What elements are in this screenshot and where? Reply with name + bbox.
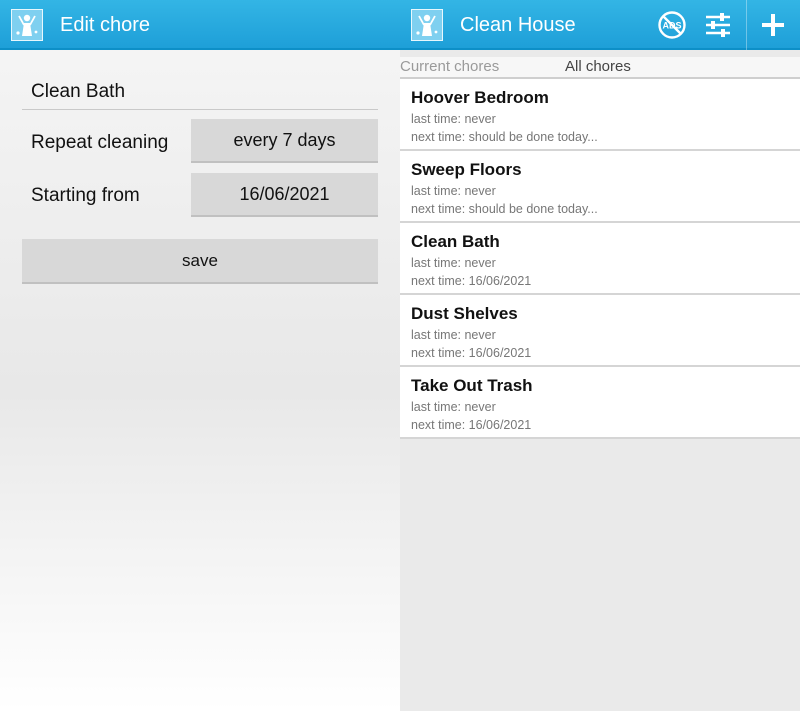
list-item[interactable]: Dust Shelves last time: never next time:… — [400, 295, 800, 367]
settings-button[interactable] — [700, 0, 736, 50]
chore-name: Dust Shelves — [411, 304, 518, 323]
app-logo-icon[interactable] — [411, 9, 443, 41]
start-date-label: Starting from — [31, 185, 140, 206]
action-bar: Edit chore — [0, 0, 400, 50]
last-time-text: last time: never — [411, 328, 496, 342]
chore-list-screen: Clean House ADS — [400, 0, 800, 711]
chore-list: Hoover Bedroom last time: never next tim… — [400, 79, 800, 439]
repeat-interval-button[interactable]: every 7 days — [191, 119, 378, 163]
last-time-text: last time: never — [411, 184, 496, 198]
action-divider — [746, 0, 747, 50]
edit-chore-screen: Edit chore Clean Bath Repeat cleaning ev… — [0, 0, 400, 711]
last-time-text: last time: never — [411, 400, 496, 414]
next-time-text: next time: should be done today... — [411, 202, 598, 216]
last-time-text: last time: never — [411, 256, 496, 270]
repeat-label: Repeat cleaning — [31, 132, 169, 153]
page-title: Edit chore — [60, 14, 151, 36]
tab-bar: Current chores All chores — [400, 57, 800, 79]
page-title: Clean House — [460, 14, 576, 36]
list-item[interactable]: Take Out Trash last time: never next tim… — [400, 367, 800, 439]
add-chore-button[interactable] — [754, 0, 792, 50]
chore-name: Clean Bath — [411, 232, 500, 251]
list-item[interactable]: Clean Bath last time: never next time: 1… — [400, 223, 800, 295]
chore-name: Sweep Floors — [411, 160, 522, 179]
sliders-icon — [706, 13, 730, 37]
no-ads-icon: ADS — [658, 11, 686, 39]
next-time-text: next time: 16/06/2021 — [411, 346, 532, 360]
list-item[interactable]: Sweep Floors last time: never next time:… — [400, 151, 800, 223]
tab-all-chores[interactable]: All chores — [565, 57, 631, 77]
list-item[interactable]: Hoover Bedroom last time: never next tim… — [400, 79, 800, 151]
chore-name: Take Out Trash — [411, 376, 533, 395]
next-time-text: next time: 16/06/2021 — [411, 418, 532, 432]
next-time-text: next time: 16/06/2021 — [411, 274, 532, 288]
chore-name: Hoover Bedroom — [411, 88, 549, 107]
start-date-button[interactable]: 16/06/2021 — [191, 173, 378, 217]
chore-name-input[interactable]: Clean Bath — [22, 76, 378, 110]
action-bar: Clean House ADS — [400, 0, 800, 50]
plus-icon — [762, 14, 784, 36]
tab-current-chores[interactable]: Current chores — [400, 57, 499, 77]
app-logo-icon[interactable] — [11, 9, 43, 41]
last-time-text: last time: never — [411, 112, 496, 126]
next-time-text: next time: should be done today... — [411, 130, 598, 144]
no-ads-button[interactable]: ADS — [654, 0, 690, 50]
save-button[interactable]: save — [22, 239, 378, 284]
